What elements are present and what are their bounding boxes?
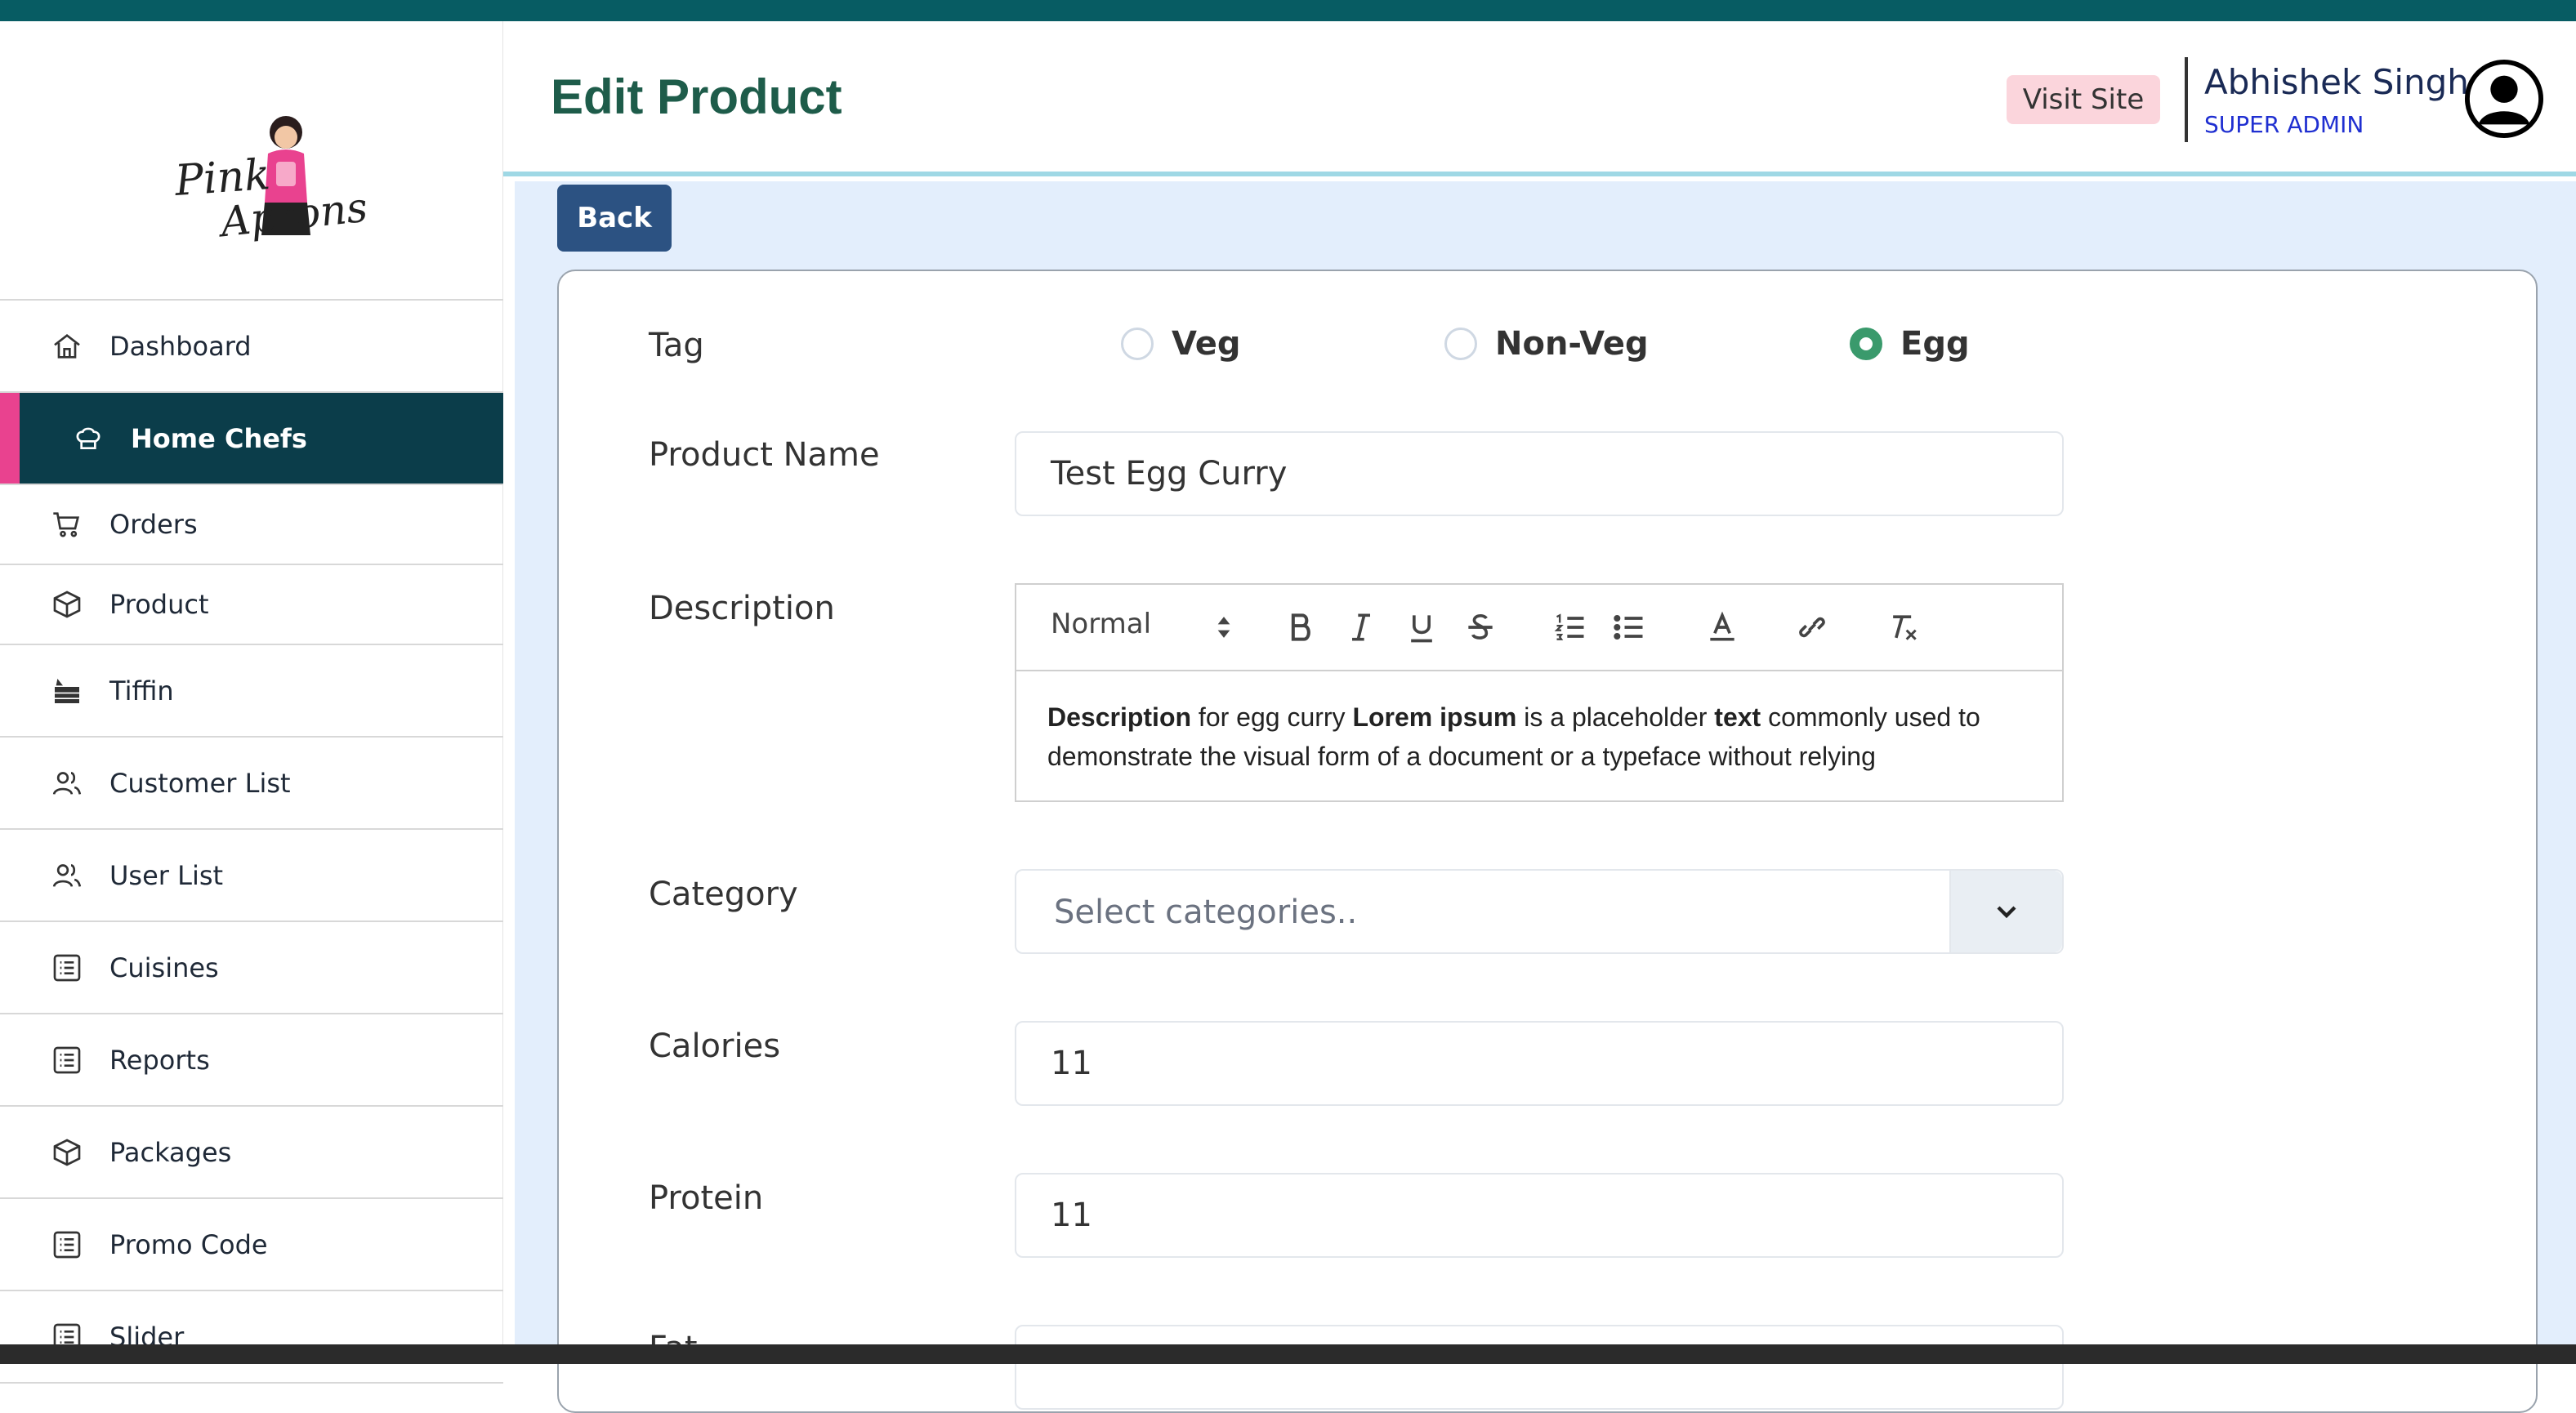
description-editor[interactable]: Normal Description for egg curry Lorem i… xyxy=(1015,583,2064,802)
bold-icon[interactable] xyxy=(1283,609,1319,653)
editor-toolbar: Normal xyxy=(1016,585,2062,671)
header-divider xyxy=(2185,57,2188,142)
italic-icon[interactable] xyxy=(1343,609,1379,653)
user-role: SUPER ADMIN xyxy=(2204,111,2364,138)
cart-icon xyxy=(51,508,83,541)
radio-non-veg[interactable] xyxy=(1444,328,1477,360)
protein-label: Protein xyxy=(649,1179,764,1217)
list-icon xyxy=(51,952,83,984)
sidebar-item-label: Tiffin xyxy=(109,675,174,706)
page-header: Edit Product Visit Site Abhishek Singh S… xyxy=(503,21,2576,176)
tag-label: Tag xyxy=(649,327,704,364)
sidebar-item-label: Cuisines xyxy=(109,952,219,983)
list-icon xyxy=(51,1228,83,1261)
editor-text: is a placeholder xyxy=(1516,702,1715,732)
text-color-icon[interactable] xyxy=(1704,609,1740,653)
editor-bold-text: text xyxy=(1714,702,1761,732)
sidebar-item-label: Orders xyxy=(109,509,198,540)
clear-format-icon[interactable] xyxy=(1886,609,1922,653)
sidebar-item-customer-list[interactable]: Customer List xyxy=(0,738,503,830)
box-icon xyxy=(51,588,83,621)
category-select[interactable]: Select categories.. xyxy=(1015,869,2064,954)
sidebar-item-reports[interactable]: Reports xyxy=(0,1014,503,1107)
sidebar-item-label: Packages xyxy=(109,1136,232,1168)
sidebar-item-label: Promo Code xyxy=(109,1228,268,1260)
protein-input[interactable]: 11 xyxy=(1015,1173,2064,1258)
sidebar-item-tiffin[interactable]: Tiffin xyxy=(0,645,503,738)
sidebar-item-product[interactable]: Product xyxy=(0,565,503,645)
top-accent-bar xyxy=(0,0,2576,21)
format-select-value: Normal xyxy=(1051,608,1152,640)
tiffin-icon xyxy=(51,675,83,707)
box-icon xyxy=(51,1136,83,1169)
calories-label: Calories xyxy=(649,1027,781,1065)
users-icon xyxy=(51,767,83,800)
calories-input[interactable]: 11 xyxy=(1015,1021,2064,1106)
description-label: Description xyxy=(649,590,835,627)
users-icon xyxy=(51,859,83,892)
back-button[interactable]: Back xyxy=(557,185,672,252)
chef-hat-icon xyxy=(72,422,105,455)
category-label: Category xyxy=(649,876,798,913)
editor-text: for egg curry xyxy=(1191,702,1353,732)
product-name-label: Product Name xyxy=(649,436,880,474)
editor-content[interactable]: Description for egg curry Lorem ipsum is… xyxy=(1016,671,2062,802)
radio-non-veg-label: Non-Veg xyxy=(1495,325,1649,363)
format-select-arrows-icon[interactable] xyxy=(1206,609,1242,653)
sidebar-item-label: User List xyxy=(109,859,224,891)
sidebar-item-packages[interactable]: Packages xyxy=(0,1107,503,1199)
main-content: Back Tag Veg Non-Veg Egg Product Name Te… xyxy=(515,181,2576,1413)
pink-aprons-logo[interactable]: Pink Aprons xyxy=(163,96,370,252)
home-icon xyxy=(51,330,83,363)
sidebar-item-label: Product xyxy=(109,589,209,620)
sidebar-item-promo-code[interactable]: Promo Code xyxy=(0,1199,503,1291)
sidebar-item-user-list[interactable]: User List xyxy=(0,830,503,922)
user-name: Abhishek Singh xyxy=(2204,62,2469,102)
sidebar-item-label: Customer List xyxy=(109,767,291,799)
radio-egg[interactable] xyxy=(1850,328,1882,360)
sidebar-item-slider[interactable]: Slider xyxy=(0,1291,503,1384)
sidebar-item-dashboard[interactable]: Dashboard xyxy=(0,301,503,393)
edit-product-form: Tag Veg Non-Veg Egg Product Name Test Eg… xyxy=(557,270,2538,1413)
fat-input[interactable] xyxy=(1015,1325,2064,1410)
sidebar-item-home-chefs[interactable]: Home Chefs xyxy=(0,393,503,485)
radio-egg-label: Egg xyxy=(1900,325,1970,363)
sidebar-item-cuisines[interactable]: Cuisines xyxy=(0,922,503,1014)
format-select[interactable]: Normal xyxy=(1051,608,1151,640)
bullet-list-icon[interactable] xyxy=(1611,609,1647,653)
sidebar: Pink Aprons Dashboard Home Chefs Orders … xyxy=(0,21,503,1384)
underline-icon[interactable] xyxy=(1404,609,1440,653)
ordered-list-icon[interactable] xyxy=(1552,609,1588,653)
category-placeholder: Select categories.. xyxy=(1054,894,1358,931)
chevron-down-icon[interactable] xyxy=(1949,871,2062,952)
tag-option-egg[interactable]: Egg xyxy=(1850,325,1970,363)
strikethrough-icon[interactable] xyxy=(1462,609,1498,653)
tag-option-non-veg[interactable]: Non-Veg xyxy=(1444,325,1649,363)
page-title: Edit Product xyxy=(551,69,842,124)
taskbar xyxy=(0,1344,2576,1364)
sidebar-item-label: Home Chefs xyxy=(131,422,307,454)
user-avatar-icon[interactable] xyxy=(2464,59,2544,139)
tag-option-veg[interactable]: Veg xyxy=(1121,325,1241,363)
radio-veg-label: Veg xyxy=(1172,325,1241,363)
sidebar-nav: Dashboard Home Chefs Orders Product Tiff… xyxy=(0,299,503,1384)
sidebar-item-orders[interactable]: Orders xyxy=(0,485,503,565)
editor-bold-text: Description xyxy=(1047,702,1192,732)
list-icon xyxy=(51,1044,83,1076)
sidebar-item-label: Dashboard xyxy=(109,330,252,362)
product-name-input[interactable]: Test Egg Curry xyxy=(1015,431,2064,516)
radio-veg[interactable] xyxy=(1121,328,1154,360)
sidebar-item-label: Reports xyxy=(109,1044,210,1076)
editor-bold-text: Lorem ipsum xyxy=(1352,702,1517,732)
visit-site-button[interactable]: Visit Site xyxy=(2007,75,2160,124)
link-icon[interactable] xyxy=(1794,609,1830,653)
